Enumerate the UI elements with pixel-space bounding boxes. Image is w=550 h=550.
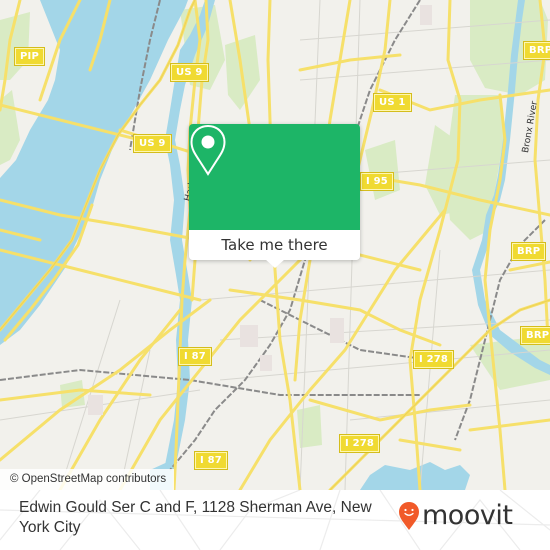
take-me-there-label: Take me there	[221, 236, 328, 254]
highway-shield: BRP	[510, 242, 547, 261]
highway-shield: I 278	[338, 434, 381, 453]
map-pin-icon	[190, 124, 226, 176]
highway-shield: US 9	[170, 63, 209, 82]
location-address: Edwin Gould Ser C and F, 1128 Sherman Av…	[19, 499, 372, 536]
highway-shield: I 87	[194, 451, 228, 470]
highway-shield: BRP	[522, 41, 550, 60]
highway-shield: BRP	[519, 326, 550, 345]
moovit-pin-icon	[399, 502, 419, 530]
highway-shield: US 1	[373, 93, 412, 112]
highway-shield: US 9	[133, 134, 172, 153]
footer: Edwin Gould Ser C and F, 1128 Sherman Av…	[0, 490, 550, 550]
highway-shield: I 95	[360, 172, 394, 191]
moovit-logo[interactable]: moovit	[398, 500, 513, 531]
highway-shield: I 87	[178, 347, 212, 366]
map-attribution[interactable]: © OpenStreetMap contributors	[0, 469, 175, 490]
take-me-there-button[interactable]: Take me there	[189, 230, 360, 260]
highway-shield: PIP	[14, 47, 45, 66]
popup-pointer	[265, 259, 285, 268]
map-view[interactable]: PIP US 9 US 9 US 1 I 95 BRP BRP BRP I 87…	[0, 0, 550, 490]
popup-header	[189, 124, 360, 230]
highway-shield: I 278	[412, 350, 455, 369]
moovit-logo-text: moovit	[422, 500, 513, 531]
location-popup: Take me there	[189, 124, 360, 268]
